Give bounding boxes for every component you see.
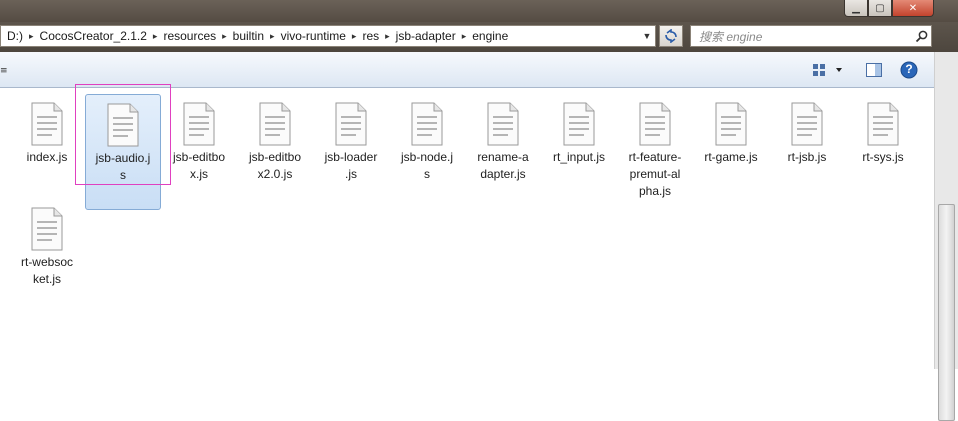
file-name-line: x.js xyxy=(190,167,208,181)
search-icon[interactable] xyxy=(911,30,931,43)
refresh-icon xyxy=(665,29,677,43)
file-name-line: premut-al xyxy=(629,167,681,181)
file-name-line: s xyxy=(424,167,430,181)
file-item[interactable]: jsb-node.j s xyxy=(389,94,465,210)
js-file-icon xyxy=(259,102,291,146)
js-file-icon xyxy=(31,207,63,251)
file-name-line: rt-feature- xyxy=(628,150,682,164)
breadcrumb-item[interactable]: D:) xyxy=(1,29,29,43)
breadcrumb-item[interactable]: jsb-adapter xyxy=(390,29,462,43)
file-name-line: dapter.js xyxy=(480,167,526,181)
js-file-icon xyxy=(183,102,215,146)
file-item[interactable]: rt-jsb.js xyxy=(769,94,845,210)
file-item[interactable]: rt-feature-premut-al pha.js xyxy=(617,94,693,210)
file-name-line: jsb-node.j xyxy=(400,150,454,164)
file-name: rename-a dapter.js xyxy=(467,149,539,183)
js-file-icon xyxy=(639,102,671,146)
address-bar[interactable]: D:) ▸ CocosCreator_2.1.2 ▸ resources ▸ builtin… xyxy=(0,25,656,47)
file-list-pane[interactable]: index.js jsb-audio.j s jsb-editbo x.js jsb-ed… xyxy=(0,88,934,369)
window-controls: ▁ ▢ ✕ xyxy=(844,0,934,18)
refresh-button[interactable] xyxy=(659,25,683,47)
js-file-icon xyxy=(335,102,367,146)
js-file-icon xyxy=(411,102,443,146)
file-name: rt-jsb.js xyxy=(771,149,843,166)
file-name: jsb-node.j s xyxy=(391,149,463,183)
breadcrumb-item[interactable]: CocosCreator_2.1.2 xyxy=(34,29,153,43)
file-name: jsb-loader .js xyxy=(315,149,387,183)
file-name: rt_input.js xyxy=(543,149,615,166)
file-item[interactable]: rt-sys.js xyxy=(845,94,921,210)
file-name-line: ket.js xyxy=(32,272,61,286)
file-name-line: pha.js xyxy=(638,184,672,198)
file-name-line: .js xyxy=(345,167,357,181)
file-item[interactable]: rt_input.js xyxy=(541,94,617,210)
help-button[interactable]: ? xyxy=(899,61,919,79)
close-button[interactable]: ✕ xyxy=(892,0,934,17)
file-name: rt-sys.js xyxy=(847,149,919,166)
file-name-line: rt_input.js xyxy=(552,150,606,164)
js-file-icon xyxy=(715,102,747,146)
file-item[interactable]: jsb-audio.j s xyxy=(85,94,161,210)
search-box[interactable]: 搜索 engine xyxy=(690,25,932,47)
command-bar: ≡ ? xyxy=(0,52,934,88)
file-name-line: rt-sys.js xyxy=(862,150,904,164)
file-name-line: s xyxy=(120,168,126,182)
breadcrumb-item[interactable]: resources xyxy=(157,29,222,43)
js-file-icon xyxy=(31,102,63,146)
scrollbar-thumb[interactable] xyxy=(938,204,955,421)
file-name: jsb-editbo x.js xyxy=(163,149,235,183)
breadcrumb-item[interactable]: vivo-runtime xyxy=(275,29,352,43)
breadcrumb-item[interactable]: builtin xyxy=(227,29,270,43)
file-name: jsb-editbo x2.0.js xyxy=(239,149,311,183)
file-item[interactable]: jsb-editbo x.js xyxy=(161,94,237,210)
file-name-line: jsb-audio.j xyxy=(95,151,151,165)
js-file-icon xyxy=(791,102,823,146)
file-name: rt-game.js xyxy=(695,149,767,166)
breadcrumb-item[interactable]: engine xyxy=(466,29,514,43)
preview-pane-button[interactable] xyxy=(864,61,884,79)
file-name: index.js xyxy=(11,149,83,166)
file-name-line: x2.0.js xyxy=(257,167,293,181)
help-label: ? xyxy=(905,62,913,76)
file-name-line: rename-a xyxy=(477,150,529,164)
file-item[interactable]: rename-a dapter.js xyxy=(465,94,541,210)
file-item[interactable]: rt-game.js xyxy=(693,94,769,210)
js-file-icon xyxy=(107,103,139,147)
file-name-line: jsb-editbo xyxy=(248,150,302,164)
file-item[interactable]: rt-websoc ket.js xyxy=(9,199,85,315)
file-name: rt-websoc ket.js xyxy=(11,254,83,288)
file-name-line: jsb-editbo xyxy=(172,150,226,164)
file-name: rt-feature-premut-al pha.js xyxy=(619,149,691,200)
file-name-line: rt-websoc xyxy=(20,255,73,269)
address-row: D:) ▸ CocosCreator_2.1.2 ▸ resources ▸ builtin… xyxy=(0,22,958,52)
js-file-icon xyxy=(487,102,519,146)
file-item[interactable]: index.js xyxy=(9,94,85,210)
view-options-button[interactable] xyxy=(810,61,846,79)
file-name-line: jsb-loader xyxy=(324,150,378,164)
breadcrumb-item[interactable]: res xyxy=(356,29,385,43)
minimize-button[interactable]: ▁ xyxy=(844,0,868,17)
file-name-line: rt-jsb.js xyxy=(787,150,827,164)
organize-menu-edge[interactable]: ≡ xyxy=(0,66,8,76)
preview-pane-icon xyxy=(866,63,882,77)
js-file-icon xyxy=(563,102,595,146)
view-options-icon xyxy=(813,64,842,76)
file-name: jsb-audio.j s xyxy=(87,150,159,184)
file-item[interactable]: jsb-editbo x2.0.js xyxy=(237,94,313,210)
file-name-line: rt-game.js xyxy=(704,150,758,164)
file-item[interactable]: jsb-loader .js xyxy=(313,94,389,210)
js-file-icon xyxy=(867,102,899,146)
file-name-line: index.js xyxy=(26,150,68,164)
search-input[interactable]: 搜索 engine xyxy=(691,28,911,45)
maximize-button[interactable]: ▢ xyxy=(868,0,892,17)
title-bar: ▁ ▢ ✕ xyxy=(0,0,958,22)
vertical-scrollbar[interactable] xyxy=(934,52,958,421)
chevron-down-icon[interactable]: ▼ xyxy=(639,26,655,46)
